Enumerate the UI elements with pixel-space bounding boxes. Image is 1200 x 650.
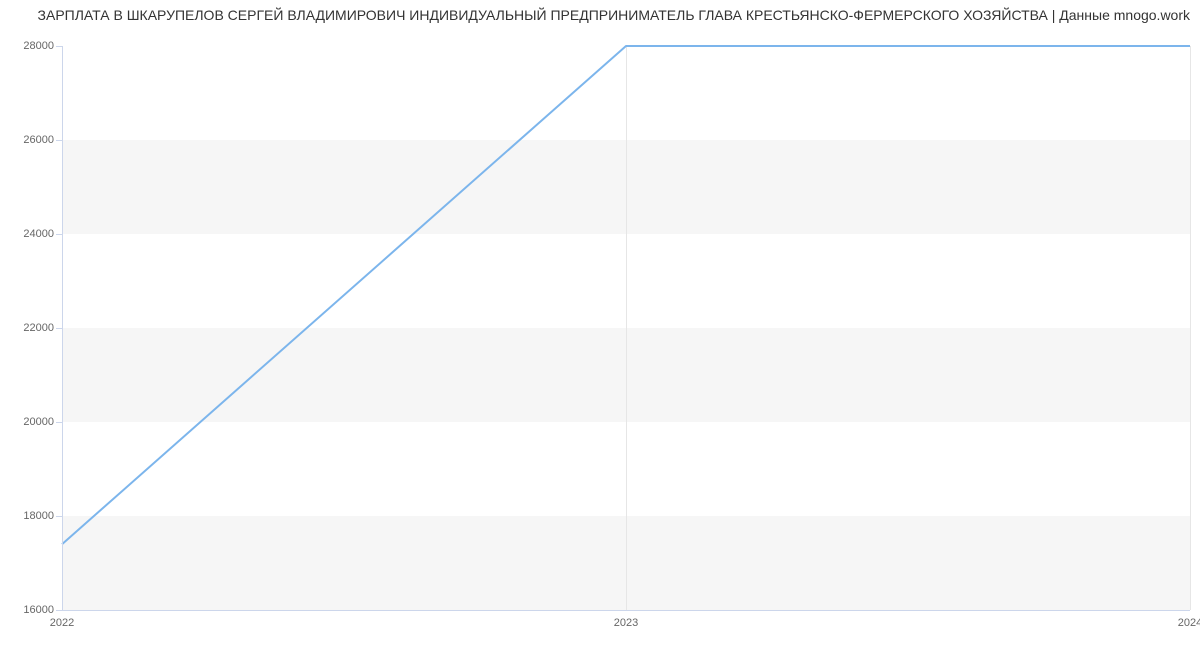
y-tick: [56, 46, 62, 47]
x-tick-label: 2024: [1178, 617, 1200, 629]
y-tick-label: 24000: [4, 228, 54, 240]
line-series: [62, 46, 1190, 610]
y-tick: [56, 140, 62, 141]
chart-container: ЗАРПЛАТА В ШКАРУПЕЛОВ СЕРГЕЙ ВЛАДИМИРОВИ…: [0, 0, 1200, 650]
x-tick-label: 2022: [50, 617, 74, 629]
y-tick: [56, 328, 62, 329]
y-tick-label: 16000: [4, 604, 54, 616]
y-tick-label: 18000: [4, 510, 54, 522]
plot-area: [62, 46, 1190, 610]
x-tick-label: 2023: [614, 617, 638, 629]
y-axis-line: [62, 46, 63, 610]
y-tick-label: 26000: [4, 134, 54, 146]
y-tick: [56, 516, 62, 517]
y-tick-label: 28000: [4, 40, 54, 52]
y-tick-label: 20000: [4, 416, 54, 428]
chart-title: ЗАРПЛАТА В ШКАРУПЕЛОВ СЕРГЕЙ ВЛАДИМИРОВИ…: [10, 7, 1190, 23]
y-tick: [56, 422, 62, 423]
y-tick: [56, 610, 62, 611]
x-gridline: [1190, 46, 1191, 610]
series-line: [62, 46, 1190, 544]
y-tick-label: 22000: [4, 322, 54, 334]
x-axis-line: [62, 610, 1190, 611]
y-tick: [56, 234, 62, 235]
